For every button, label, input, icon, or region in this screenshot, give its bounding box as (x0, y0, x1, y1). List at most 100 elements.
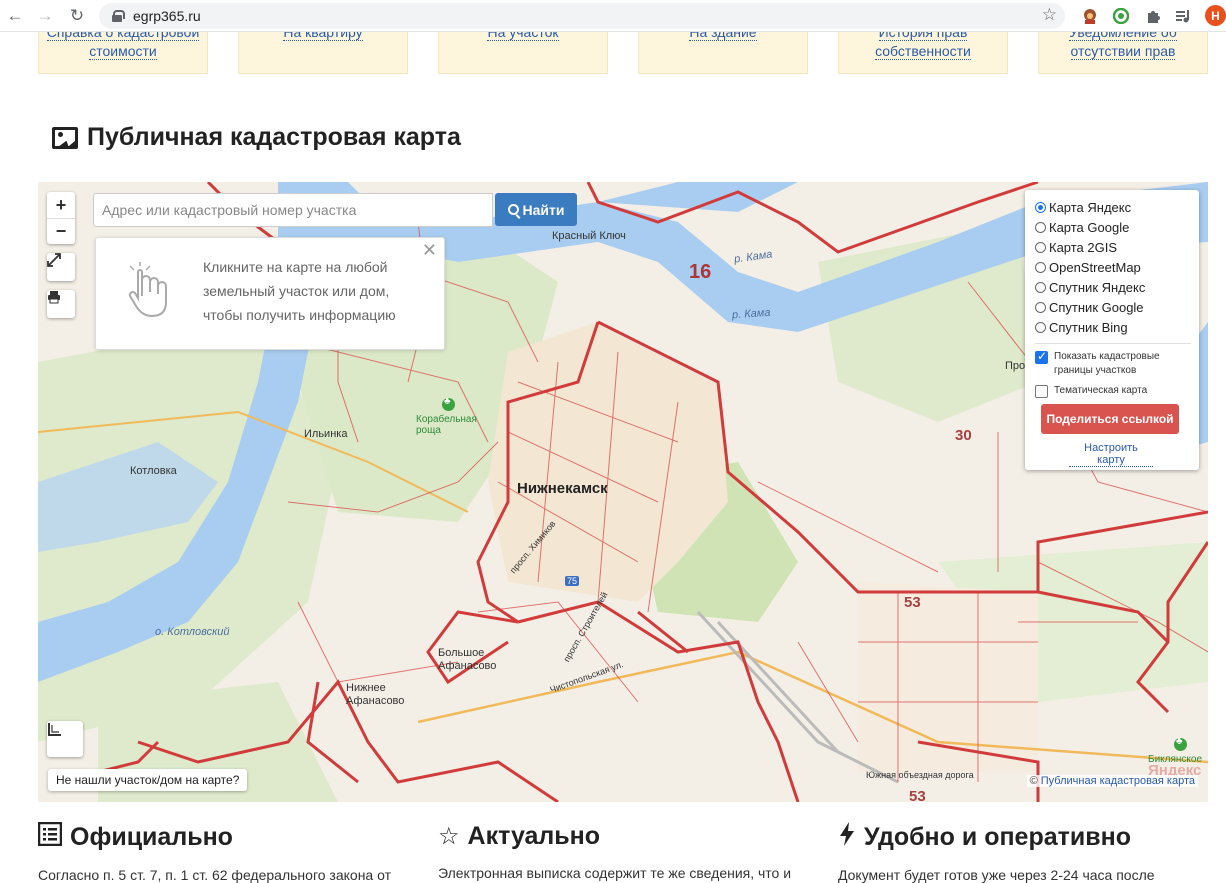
label-city: Нижнекамск (517, 480, 608, 497)
radio-icon[interactable] (1035, 281, 1046, 293)
fullscreen-button[interactable] (47, 253, 75, 281)
cadastral-map[interactable]: Красный Ключ Котловка Ильинка Корабельна… (38, 182, 1208, 802)
layer-label: Спутник Bing (1049, 319, 1128, 335)
layers-divider (1035, 343, 1191, 344)
cadastral-search-input[interactable] (93, 193, 493, 227)
service-card-apartment[interactable]: На квартиру (238, 32, 408, 74)
label-nizhnee-afanasovo: Нижнее Афанасово (346, 682, 405, 707)
share-link-button[interactable]: Поделиться ссылкой (1041, 404, 1179, 434)
label-krasny-klyuch: Красный Ключ (552, 230, 626, 242)
layer-google-map[interactable]: Карта Google (1035, 217, 1199, 237)
expand-icon (47, 253, 61, 267)
configure-map-link[interactable]: Настроить карту (1069, 442, 1153, 467)
browser-toolbar: ← → ↻ egrp365.ru ☆ Н (0, 0, 1226, 32)
card-link-line2[interactable]: отсутствии прав (1070, 43, 1176, 60)
card-link-line1[interactable]: На участок (487, 32, 559, 41)
list-icon (37, 821, 63, 853)
feature-actual: ☆ Актуально Электронная выписка содержит… (438, 822, 791, 881)
forward-arrow-icon[interactable]: → (30, 1, 60, 31)
layer-osm[interactable]: OpenStreetMap (1035, 257, 1199, 277)
service-card-cadastral-value[interactable]: Справка о кадастровой стоимости (38, 32, 208, 74)
reload-icon[interactable]: ↻ (62, 1, 92, 31)
park-poi-icon (1174, 736, 1187, 751)
zoom-in-button[interactable]: + (47, 192, 75, 218)
card-link-line1[interactable]: Уведомление об (1069, 32, 1177, 41)
feature-title-text: Официально (70, 823, 233, 851)
radio-icon[interactable] (1035, 261, 1046, 273)
service-card-no-rights-notice[interactable]: Уведомление об отсутствии прав (1038, 32, 1208, 74)
show-boundaries-checkbox[interactable]: Показать кадастровые границы участков (1035, 349, 1199, 378)
label-kotlovka: Котловка (130, 465, 177, 477)
search-icon (507, 204, 519, 215)
checkbox-label: Показать кадастровые границы участков (1054, 351, 1160, 376)
extension-circle-icon[interactable] (1111, 6, 1131, 26)
label-oz-kotlovsky: о. Котловский (155, 626, 230, 638)
label-korabelnaya-roshcha: Корабельная роща (416, 414, 477, 436)
feature-title: ☆ Актуально (438, 822, 791, 851)
layer-2gis-map[interactable]: Карта 2GIS (1035, 237, 1199, 257)
radio-icon[interactable] (1035, 301, 1046, 313)
bolt-icon (838, 822, 856, 853)
feature-convenient: Удобно и оперативно Документ будет готов… (838, 822, 1155, 883)
extensions-puzzle-icon[interactable] (1143, 6, 1163, 26)
feature-title-text: Актуально (467, 822, 601, 850)
service-card-ownership-history[interactable]: История прав собственности (838, 32, 1008, 74)
label-road-75: 75 (565, 576, 580, 586)
layer-yandex-satellite[interactable]: Спутник Яндекс (1035, 277, 1199, 297)
card-link-line1[interactable]: История прав (878, 32, 968, 41)
service-cards: Справка о кадастровой стоимости На кварт… (38, 32, 1208, 74)
feature-official: Официально Согласно п. 5 ст. 7, п. 1 ст.… (37, 821, 391, 883)
search-button[interactable]: Найти (495, 193, 577, 226)
label-pro: Про (1005, 360, 1026, 372)
label-zone-53: 53 (904, 594, 921, 611)
label-zone-53b: 53 (909, 788, 926, 802)
layer-google-satellite[interactable]: Спутник Google (1035, 297, 1199, 317)
bookmark-star-icon[interactable]: ☆ (1042, 5, 1057, 25)
zoom-out-button[interactable]: − (47, 218, 75, 244)
layer-label: Спутник Яндекс (1049, 279, 1146, 295)
profile-avatar[interactable]: Н (1205, 5, 1226, 26)
layer-label: Спутник Google (1049, 299, 1144, 315)
ruler-button[interactable] (47, 721, 83, 757)
layer-bing-satellite[interactable]: Спутник Bing (1035, 317, 1199, 337)
thematic-map-checkbox[interactable]: Тематическая карта (1035, 384, 1199, 398)
radio-icon[interactable] (1035, 221, 1046, 233)
service-card-building[interactable]: На здание (638, 32, 808, 74)
radio-icon[interactable] (1035, 321, 1046, 333)
extension-puppet-icon[interactable] (1080, 6, 1100, 26)
card-link-line1[interactable]: На здание (689, 32, 757, 41)
attribution-link[interactable]: Публичная кадастровая карта (1041, 775, 1195, 787)
layer-label: Карта Google (1049, 219, 1130, 235)
park-poi-icon (442, 396, 455, 411)
address-bar[interactable]: egrp365.ru ☆ (99, 3, 1065, 29)
card-link-line2[interactable]: стоимости (89, 43, 157, 60)
checkbox-label: Тематическая карта (1054, 385, 1148, 396)
map-section-title: Публичная кадастровая карта (52, 123, 461, 152)
radio-icon[interactable] (1035, 241, 1046, 253)
feature-title: Официально (37, 821, 391, 853)
card-link-line1[interactable]: На квартиру (283, 32, 363, 41)
back-arrow-icon[interactable]: ← (0, 1, 30, 31)
map-hint-popup: ✕ Кликните на карте на любой земельный у… (95, 237, 445, 350)
search-button-label: Найти (522, 201, 565, 218)
feature-text: Электронная выписка содержит те же сведе… (438, 865, 792, 881)
close-icon[interactable]: ✕ (422, 240, 437, 261)
card-link-line1[interactable]: Справка о кадастровой (46, 32, 200, 41)
map-title-text: Публичная кадастровая карта (87, 123, 461, 151)
label-bolshoe-afanasovo: Большое Афанасово (438, 647, 497, 672)
lock-icon (112, 10, 125, 22)
feature-title-text: Удобно и оперативно (864, 823, 1131, 851)
layer-label: OpenStreetMap (1049, 259, 1141, 275)
zoom-control: + − (47, 192, 75, 244)
radio-selected-icon[interactable] (1035, 201, 1046, 213)
print-button[interactable] (47, 290, 75, 318)
checkbox-checked-icon[interactable] (1035, 349, 1048, 364)
layer-yandex-map[interactable]: Карта Яндекс (1035, 197, 1199, 217)
not-found-button[interactable]: Не нашли участок/дом на карте? (48, 769, 248, 791)
service-card-land[interactable]: На участок (438, 32, 608, 74)
checkbox-icon[interactable] (1035, 385, 1048, 398)
card-link-line2[interactable]: собственности (875, 43, 971, 60)
layers-panel: Карта Яндекс Карта Google Карта 2GIS Ope… (1025, 190, 1199, 470)
media-queue-icon[interactable] (1173, 6, 1193, 26)
address-url[interactable]: egrp365.ru (133, 8, 201, 24)
